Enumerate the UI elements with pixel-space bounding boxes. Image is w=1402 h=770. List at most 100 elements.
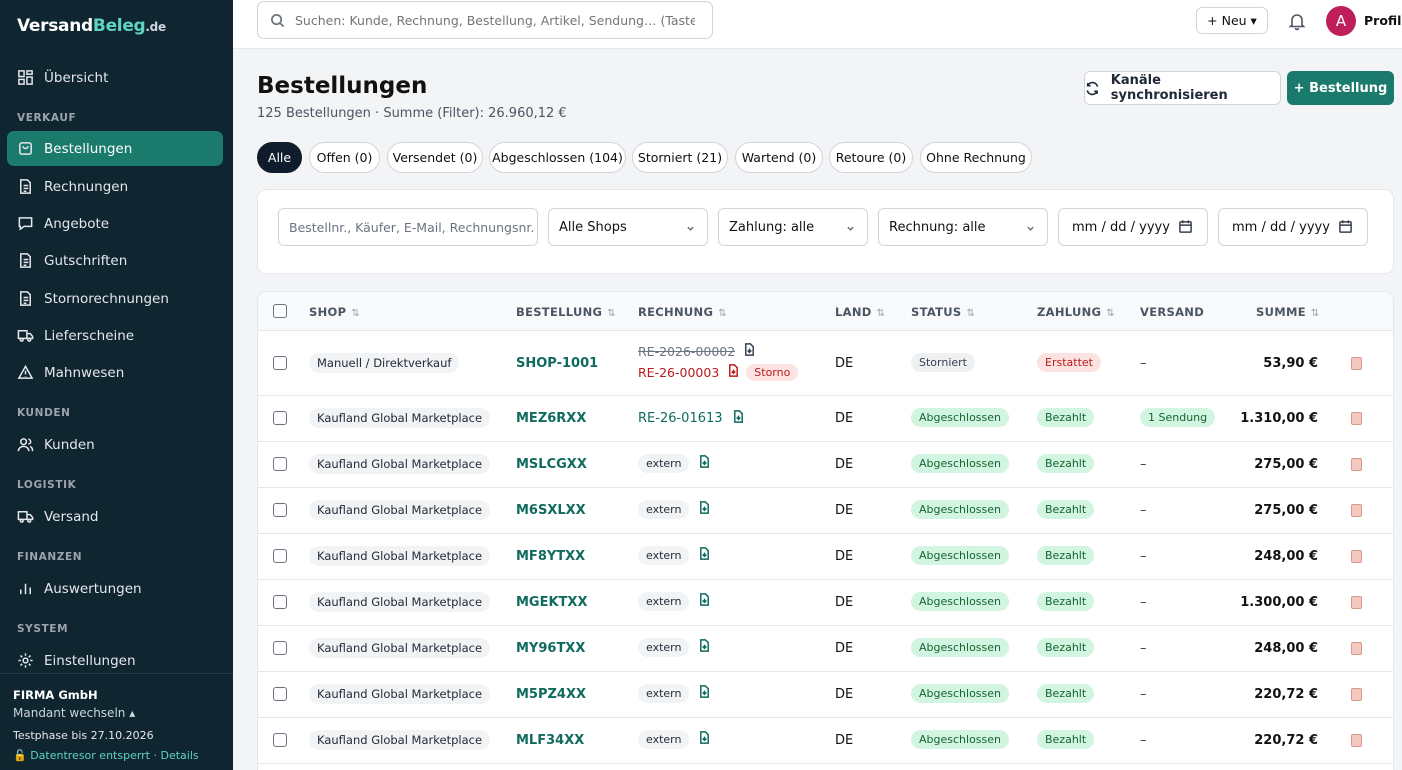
- sidebar-item-label: Übersicht: [44, 69, 109, 86]
- col-header-invoice[interactable]: RECHNUNG ⇅: [638, 305, 727, 319]
- order-number-link[interactable]: M6SXLXX: [516, 503, 586, 518]
- row-checkbox[interactable]: [273, 457, 287, 471]
- tab-wartend[interactable]: Wartend (0): [735, 142, 823, 173]
- global-search-input[interactable]: [295, 12, 695, 28]
- calendar-icon[interactable]: [1178, 219, 1193, 234]
- sidebar-item-versand[interactable]: Versand: [7, 499, 223, 534]
- row-checkbox[interactable]: [273, 733, 287, 747]
- sidebar-item-gutschriften[interactable]: Gutschriften: [7, 243, 223, 278]
- col-header-country[interactable]: LAND ⇅: [835, 305, 885, 319]
- sidebar-item-lieferscheine[interactable]: Lieferscheine: [7, 318, 223, 353]
- row-checkbox[interactable]: [273, 595, 287, 609]
- sync-channels-button[interactable]: Kanäle synchronisieren: [1084, 71, 1281, 105]
- sidebar-item-rechnungen[interactable]: Rechnungen: [7, 169, 223, 204]
- payment-select[interactable]: Zahlung: alle: [718, 208, 868, 246]
- table-row[interactable]: Kaufland Global Marketplace MEZ6RXX RE-2…: [258, 396, 1393, 442]
- app-logo[interactable]: VersandBeleg.de: [17, 16, 166, 36]
- tab-offen[interactable]: Offen (0): [309, 142, 380, 173]
- storno-invoice-link[interactable]: RE-26-00003: [638, 365, 719, 380]
- table-row[interactable]: Kaufland Global Marketplace MSLCGXX exte…: [258, 442, 1393, 488]
- sidebar-item-angebote[interactable]: Angebote: [7, 206, 223, 241]
- calendar-icon[interactable]: [1338, 219, 1353, 234]
- clipboard-icon[interactable]: [1351, 412, 1362, 425]
- table-row[interactable]: Kaufland Global Marketplace M5PZ4XX exte…: [258, 672, 1393, 718]
- sidebar-item-auswertungen[interactable]: Auswertungen: [7, 571, 223, 606]
- row-checkbox[interactable]: [273, 641, 287, 655]
- order-number-link[interactable]: MLF34XX: [516, 733, 584, 748]
- upload-invoice-icon[interactable]: [698, 639, 711, 656]
- order-number-link[interactable]: MGEKTXX: [516, 595, 587, 610]
- clipboard-icon[interactable]: [1351, 596, 1362, 609]
- date-to-value: mm / dd / yyyy: [1232, 219, 1330, 235]
- tab-retoure[interactable]: Retoure (0): [829, 142, 913, 173]
- tab-storniert[interactable]: Storniert (21): [632, 142, 728, 173]
- invoice-download-icon[interactable]: [732, 410, 745, 427]
- col-header-status[interactable]: STATUS ⇅: [911, 305, 975, 319]
- invoice-download-icon[interactable]: [727, 364, 740, 381]
- sidebar-item-kunden[interactable]: Kunden: [7, 427, 223, 462]
- col-header-shop[interactable]: SHOP ⇅: [309, 305, 360, 319]
- table-row[interactable]: Manuell / Direktverkauf SHOP-1001 RE-202…: [258, 331, 1393, 396]
- bell-icon[interactable]: [1287, 11, 1307, 31]
- col-header-order[interactable]: BESTELLUNG ⇅: [516, 305, 616, 319]
- row-checkbox[interactable]: [273, 356, 287, 370]
- col-header-sum[interactable]: SUMME ⇅: [1256, 305, 1320, 319]
- status-badge: Abgeschlossen: [911, 454, 1009, 473]
- order-sum: 1.300,00 €: [1240, 595, 1318, 610]
- table-row[interactable]: Kaufland Global Marketplace M6SXLXX exte…: [258, 488, 1393, 534]
- new-dropdown-button[interactable]: + Neu ▾: [1196, 7, 1268, 34]
- profile-link[interactable]: Profil: [1364, 13, 1401, 28]
- col-header-payment[interactable]: ZAHLUNG ⇅: [1037, 305, 1115, 319]
- upload-invoice-icon[interactable]: [698, 593, 711, 610]
- invoice-number-link[interactable]: RE-26-01613: [638, 411, 723, 426]
- sidebar-item-overview[interactable]: Übersicht: [7, 60, 223, 95]
- upload-invoice-icon[interactable]: [698, 547, 711, 564]
- clipboard-icon[interactable]: [1351, 734, 1362, 747]
- clipboard-icon[interactable]: [1351, 458, 1362, 471]
- invoice-download-icon[interactable]: [743, 343, 756, 360]
- global-search[interactable]: [257, 1, 713, 39]
- row-checkbox[interactable]: [273, 411, 287, 425]
- upload-invoice-icon[interactable]: [698, 685, 711, 702]
- tab-abgeschlossen[interactable]: Abgeschlossen (104): [489, 142, 626, 173]
- switch-tenant-link[interactable]: Mandant wechseln ▴: [13, 706, 220, 720]
- upload-invoice-icon[interactable]: [698, 731, 711, 748]
- row-checkbox[interactable]: [273, 549, 287, 563]
- clipboard-icon[interactable]: [1351, 688, 1362, 701]
- table-row[interactable]: Kaufland Global Marketplace MGEKTXX exte…: [258, 580, 1393, 626]
- date-from-value: mm / dd / yyyy: [1072, 219, 1170, 235]
- clipboard-icon[interactable]: [1351, 357, 1362, 370]
- date-from-input[interactable]: mm / dd / yyyy: [1058, 208, 1208, 246]
- order-number-link[interactable]: MF8YTXX: [516, 549, 585, 564]
- order-number-link[interactable]: SHOP-1001: [516, 356, 598, 371]
- clipboard-icon[interactable]: [1351, 550, 1362, 563]
- invoice-number-cancelled[interactable]: RE-2026-00002: [638, 344, 735, 359]
- upload-invoice-icon[interactable]: [698, 455, 711, 472]
- vault-status-link[interactable]: 🔓 Datentresor entsperrt · Details: [13, 749, 220, 762]
- upload-invoice-icon[interactable]: [698, 501, 711, 518]
- row-checkbox[interactable]: [273, 503, 287, 517]
- order-number-link[interactable]: MSLCGXX: [516, 457, 587, 472]
- clipboard-icon[interactable]: [1351, 642, 1362, 655]
- row-checkbox[interactable]: [273, 687, 287, 701]
- sidebar-item-stornorechnungen[interactable]: Stornorechnungen: [7, 281, 223, 316]
- table-row[interactable]: Kaufland Global Marketplace MF8YTXX exte…: [258, 534, 1393, 580]
- order-search-input[interactable]: Bestellnr., Käufer, E-Mail, Rechnungsnr.: [278, 208, 538, 246]
- new-order-button[interactable]: + Bestellung: [1287, 71, 1394, 105]
- shop-select[interactable]: Alle Shops: [548, 208, 708, 246]
- tab-ohne-rechnung[interactable]: Ohne Rechnung: [920, 142, 1032, 173]
- order-number-link[interactable]: MY96TXX: [516, 641, 585, 656]
- order-number-link[interactable]: MEZ6RXX: [516, 411, 586, 426]
- order-number-link[interactable]: M5PZ4XX: [516, 687, 586, 702]
- table-row[interactable]: Kaufland Global Marketplace MLF34XX exte…: [258, 718, 1393, 764]
- avatar[interactable]: A: [1326, 6, 1356, 36]
- sidebar-item-bestellungen[interactable]: Bestellungen: [7, 131, 223, 166]
- select-all-checkbox[interactable]: [273, 304, 287, 318]
- sidebar-item-mahnwesen[interactable]: Mahnwesen: [7, 355, 223, 390]
- tab-versendet[interactable]: Versendet (0): [387, 142, 483, 173]
- table-row[interactable]: Kaufland Global Marketplace MY96TXX exte…: [258, 626, 1393, 672]
- invoice-select[interactable]: Rechnung: alle: [878, 208, 1048, 246]
- date-to-input[interactable]: mm / dd / yyyy: [1218, 208, 1368, 246]
- clipboard-icon[interactable]: [1351, 504, 1362, 517]
- tab-alle[interactable]: Alle: [257, 142, 302, 173]
